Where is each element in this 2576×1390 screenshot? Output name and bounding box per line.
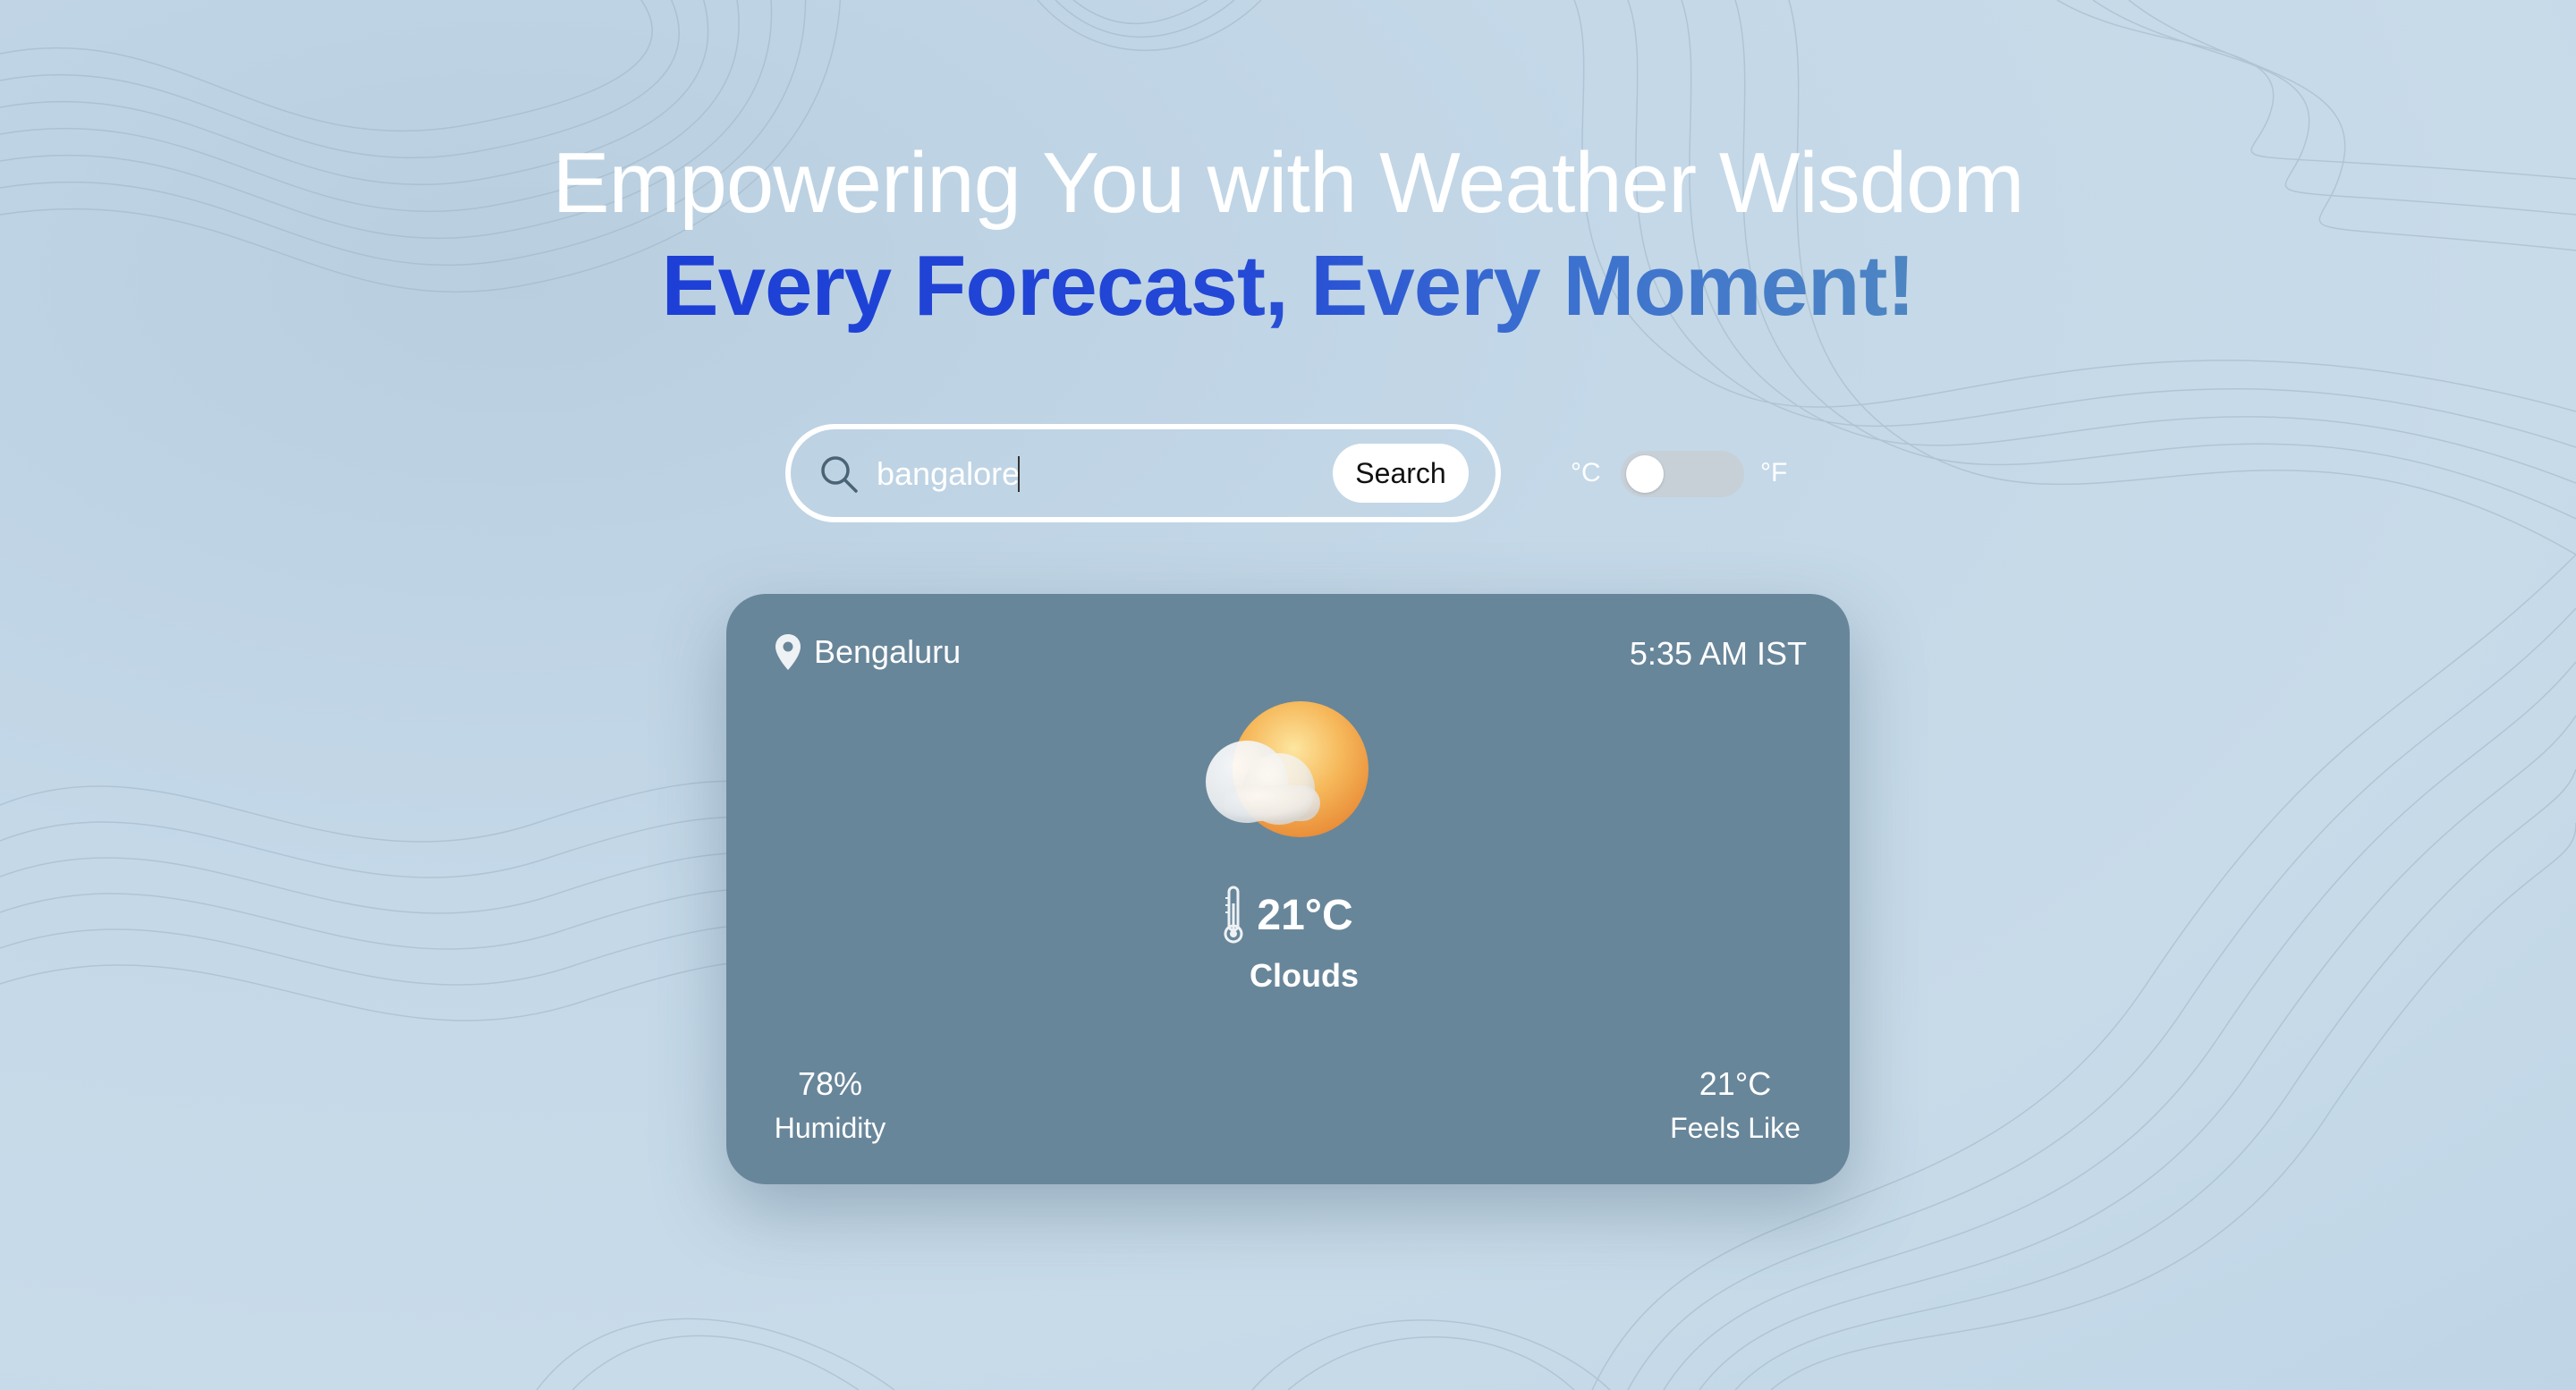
feels-like-value: 21°C [1699, 1065, 1772, 1102]
hero-title-line2: Every Forecast, Every Moment! [657, 234, 1920, 338]
toggle-knob[interactable] [1626, 455, 1664, 493]
weather-card: Bengaluru 5:35 AM IST 21°C Clouds 78% Hu… [726, 594, 1850, 1184]
weather-condition: Clouds [1250, 957, 1359, 994]
location: Bengaluru [775, 630, 961, 674]
location-pin-icon [775, 634, 801, 670]
thermometer-icon [1224, 886, 1243, 944]
humidity-label: Humidity [774, 1112, 886, 1144]
unit-toggle-switch[interactable] [1621, 451, 1744, 497]
feels-like-label: Feels Like [1670, 1112, 1801, 1144]
city-name: Bengaluru [814, 633, 962, 670]
local-time: 5:35 AM IST [1629, 635, 1807, 672]
search-input[interactable] [877, 449, 1342, 499]
search-icon [821, 456, 858, 493]
search-button[interactable]: Search [1333, 444, 1469, 503]
humidity-stat: 78% Humidity [767, 1064, 893, 1152]
fahrenheit-label: °F [1760, 458, 1788, 487]
unit-toggle[interactable]: °C °F [1571, 447, 1803, 501]
hero-heading: Empowering You with Weather Wisdom Every… [0, 134, 2576, 338]
temperature-value: 21°C [1257, 891, 1353, 939]
celsius-label: °C [1571, 458, 1601, 487]
hero-title-line1: Empowering You with Weather Wisdom [552, 135, 2024, 231]
temperature-row: 21°C [726, 886, 1850, 945]
feels-like-stat: 21°C Feels Like [1664, 1064, 1807, 1152]
search-bar: Search [785, 424, 1501, 522]
humidity-value: 78% [797, 1065, 863, 1102]
text-caret [1018, 456, 1020, 492]
sun-cloud-icon [1206, 701, 1368, 837]
